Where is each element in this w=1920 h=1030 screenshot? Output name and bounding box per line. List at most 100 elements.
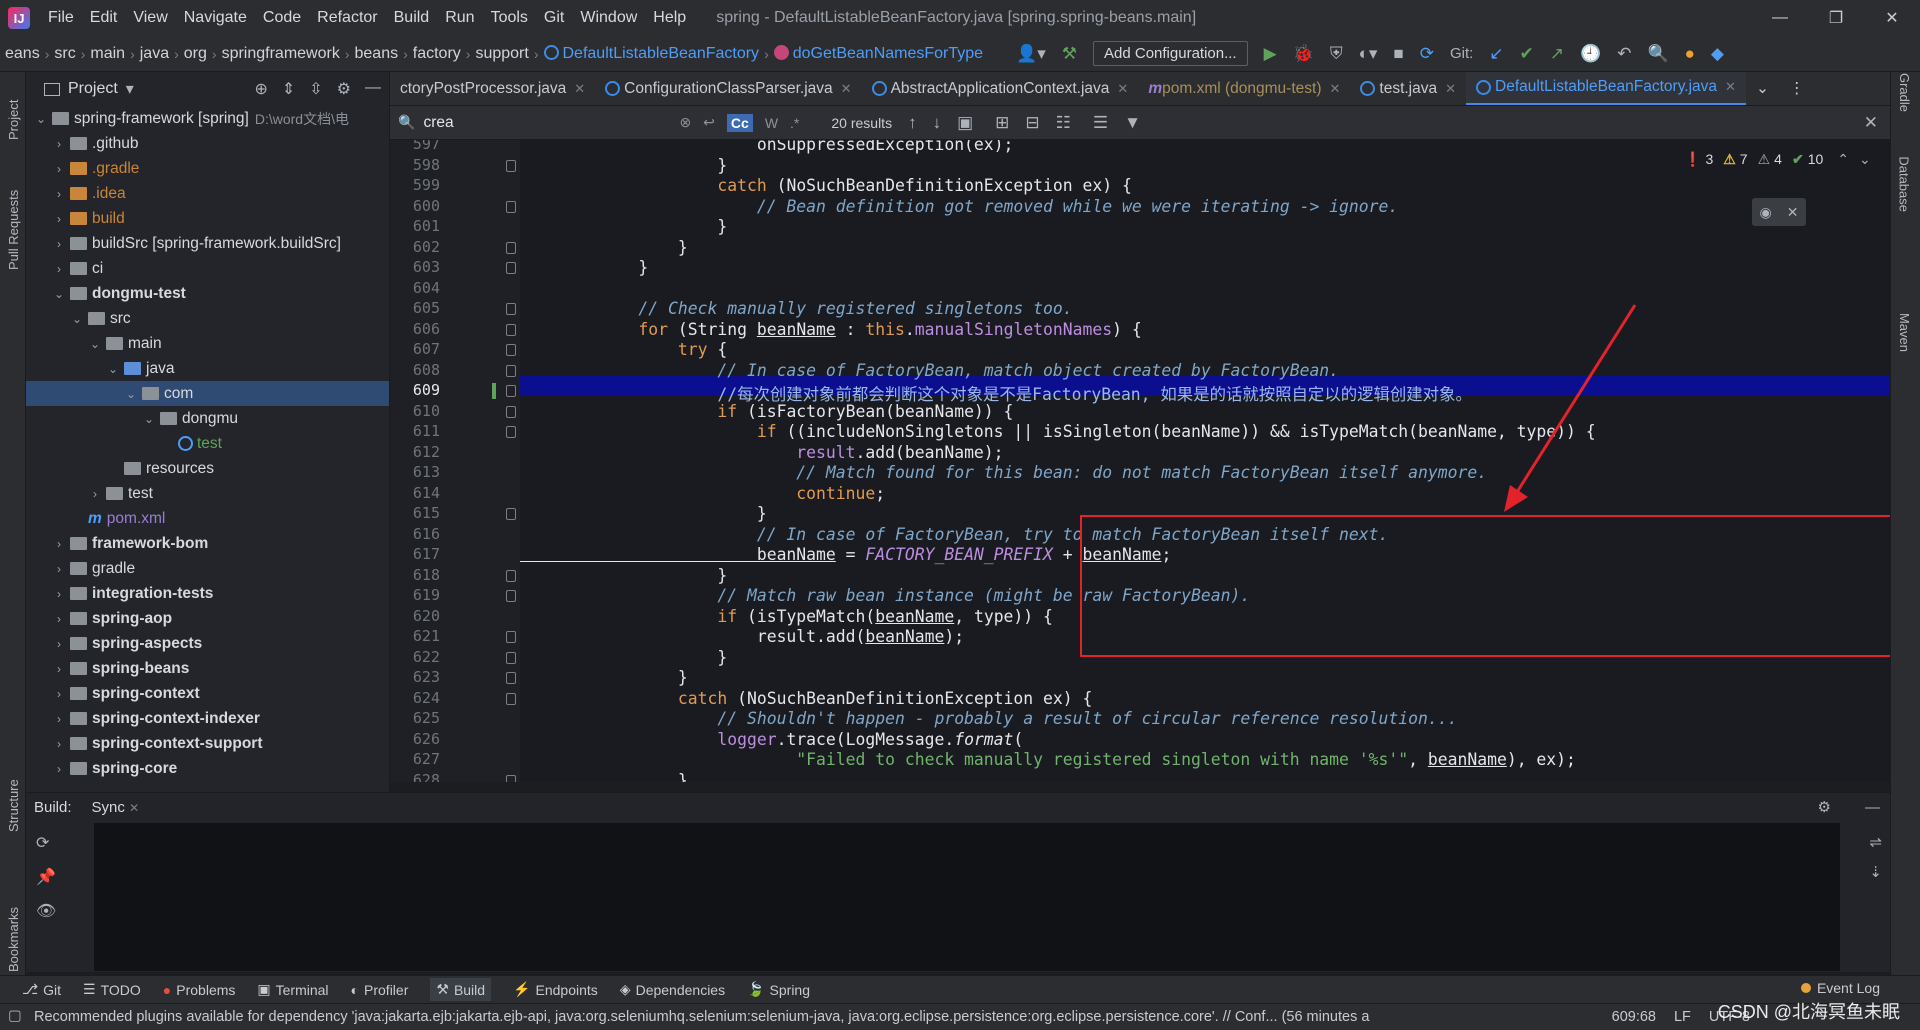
tree-item[interactable]: › gradle: [26, 556, 389, 581]
chevron-right-icon[interactable]: ›: [52, 662, 66, 676]
breadcrumb-method[interactable]: doGetBeanNamesForType: [769, 44, 988, 63]
maven-tool-button[interactable]: Maven: [1897, 313, 1912, 352]
breadcrumb-item[interactable]: beans: [350, 45, 404, 63]
clear-icon[interactable]: ⊗: [679, 114, 691, 131]
close-icon[interactable]: ✕: [1864, 0, 1920, 36]
chevron-down-icon[interactable]: ⌄: [106, 362, 120, 376]
editor-tab[interactable]: AbstractApplicationContext.java ✕: [862, 72, 1139, 105]
tool-window-git[interactable]: ⎇ Git: [22, 981, 61, 998]
close-icon[interactable]: ✕: [841, 81, 852, 97]
fold-marker-icon[interactable]: [506, 426, 516, 438]
fold-marker-icon[interactable]: [506, 692, 516, 705]
refresh-icon[interactable]: ⟳: [36, 833, 49, 853]
minimize-icon[interactable]: —: [1752, 0, 1808, 36]
structure-tool-button[interactable]: Structure: [6, 779, 21, 832]
build-hammer-icon[interactable]: ⚒: [1054, 44, 1085, 64]
chevron-down-icon[interactable]: ⌄: [34, 112, 48, 126]
tree-item[interactable]: ⌄ src: [26, 306, 389, 331]
tree-item[interactable]: › build: [26, 206, 389, 231]
fold-marker-icon[interactable]: [506, 241, 516, 254]
tab-list-icon[interactable]: ⌄: [1746, 72, 1779, 105]
editor-tab[interactable]: DefaultListableBeanFactory.java ✕: [1466, 72, 1746, 105]
status-message[interactable]: Recommended plugins available for depend…: [34, 1009, 1544, 1025]
collapse-all-icon[interactable]: ⇳: [309, 79, 322, 99]
fold-marker-icon[interactable]: [506, 631, 516, 643]
menu-item-view[interactable]: View: [125, 9, 175, 27]
chevron-right-icon[interactable]: ›: [52, 137, 66, 151]
tree-item[interactable]: ⌄ spring-framework [spring] D:\word文档\电: [26, 106, 389, 131]
breadcrumb-item[interactable]: support: [470, 45, 533, 63]
editor-tab[interactable]: ConfigurationClassParser.java ✕: [595, 72, 861, 105]
breadcrumb-item[interactable]: java: [135, 45, 174, 63]
hide-icon[interactable]: —: [365, 79, 381, 99]
tree-item[interactable]: ⌄ com: [26, 381, 389, 406]
tool-window-todo[interactable]: ☰ TODO: [83, 981, 141, 998]
hide-icon[interactable]: —: [1865, 799, 1880, 816]
breadcrumb-item[interactable]: src: [49, 45, 80, 63]
menu-item-navigate[interactable]: Navigate: [176, 9, 255, 27]
tree-item[interactable]: › spring-aop: [26, 606, 389, 631]
tool-window-endpoints[interactable]: ⚡ Endpoints: [513, 981, 598, 998]
open-in-window-icon[interactable]: ▣: [957, 113, 973, 133]
rollback-icon[interactable]: ↶: [1609, 44, 1639, 64]
chevron-right-icon[interactable]: ›: [52, 587, 66, 601]
reader-mode-popup[interactable]: ◉ ✕: [1752, 198, 1806, 226]
fold-marker-icon[interactable]: [506, 405, 516, 418]
chevron-right-icon[interactable]: ›: [52, 687, 66, 701]
match-case-toggle[interactable]: Cc: [726, 113, 753, 132]
breadcrumb-item[interactable]: factory: [408, 45, 466, 63]
breadcrumb-class[interactable]: DefaultListableBeanFactory: [539, 44, 765, 63]
chevron-right-icon[interactable]: ›: [52, 162, 66, 176]
tree-item[interactable]: ⌄ java: [26, 356, 389, 381]
tree-item[interactable]: › spring-aspects: [26, 631, 389, 656]
remove-occurrence-icon[interactable]: ⊟: [1025, 113, 1039, 133]
history-icon[interactable]: ↩: [703, 114, 715, 131]
chevron-right-icon[interactable]: ›: [88, 487, 102, 501]
profile-icon[interactable]: ◐▾: [1351, 44, 1386, 64]
bookmarks-tool-button[interactable]: Bookmarks: [6, 907, 21, 972]
chevron-up-icon[interactable]: ⌃: [1837, 151, 1849, 168]
close-icon[interactable]: ✕: [1117, 81, 1128, 97]
update-icon[interactable]: ⟳: [1412, 44, 1442, 64]
tree-item[interactable]: › framework-bom: [26, 531, 389, 556]
next-occurrence-icon[interactable]: ↓: [933, 113, 942, 133]
build-output[interactable]: [94, 823, 1840, 971]
fold-marker-icon[interactable]: [506, 344, 516, 356]
regex-toggle[interactable]: .*: [790, 115, 799, 131]
breadcrumb-item[interactable]: eans: [0, 45, 45, 63]
chevron-down-icon[interactable]: ⌄: [70, 312, 84, 326]
line-separator[interactable]: LF: [1674, 1009, 1691, 1025]
close-icon[interactable]: ✕: [1445, 81, 1456, 97]
tool-window-dependencies[interactable]: ◈ Dependencies: [620, 981, 725, 998]
breadcrumb-item[interactable]: main: [85, 45, 130, 63]
add-occurrence-icon[interactable]: ⊞: [995, 113, 1009, 133]
git-update-icon[interactable]: ↙: [1481, 44, 1511, 64]
chevron-right-icon[interactable]: ›: [52, 212, 66, 226]
chevron-right-icon[interactable]: ›: [52, 737, 66, 751]
fold-marker-icon[interactable]: [506, 569, 516, 582]
menu-item-build[interactable]: Build: [386, 9, 438, 27]
fold-marker-icon[interactable]: [506, 651, 516, 664]
search-icon[interactable]: 🔍: [1639, 44, 1676, 64]
chevron-right-icon[interactable]: ›: [52, 712, 66, 726]
jetbrains-icon[interactable]: ◆: [1703, 44, 1732, 64]
fold-marker-icon[interactable]: [506, 262, 516, 274]
inspection-widget[interactable]: ❗ 3 ⚠ 7 ⚠ 4 ✔ 10 ⌃ ⌄: [1684, 148, 1871, 170]
pull-requests-tool-button[interactable]: Pull Requests: [6, 190, 21, 270]
coverage-icon[interactable]: ⛨: [1322, 44, 1351, 64]
fold-marker-icon[interactable]: [506, 303, 516, 315]
fold-marker-icon[interactable]: [506, 159, 516, 172]
menu-item-help[interactable]: Help: [645, 9, 694, 27]
tree-item[interactable]: test: [26, 431, 389, 456]
menu-item-code[interactable]: Code: [255, 9, 309, 27]
tree-item[interactable]: › buildSrc [spring-framework.buildSrc]: [26, 231, 389, 256]
chevron-down-icon[interactable]: ⌄: [88, 337, 102, 351]
soft-wrap-icon[interactable]: ⇌: [1869, 833, 1882, 851]
project-panel-title[interactable]: Project: [68, 80, 118, 98]
status-square-icon[interactable]: ▢: [8, 1008, 22, 1024]
close-icon[interactable]: ✕: [574, 81, 585, 97]
menu-item-file[interactable]: File: [40, 9, 82, 27]
user-icon[interactable]: 👤▾: [1008, 44, 1054, 64]
menu-item-tools[interactable]: Tools: [483, 9, 536, 27]
tree-item[interactable]: resources: [26, 456, 389, 481]
